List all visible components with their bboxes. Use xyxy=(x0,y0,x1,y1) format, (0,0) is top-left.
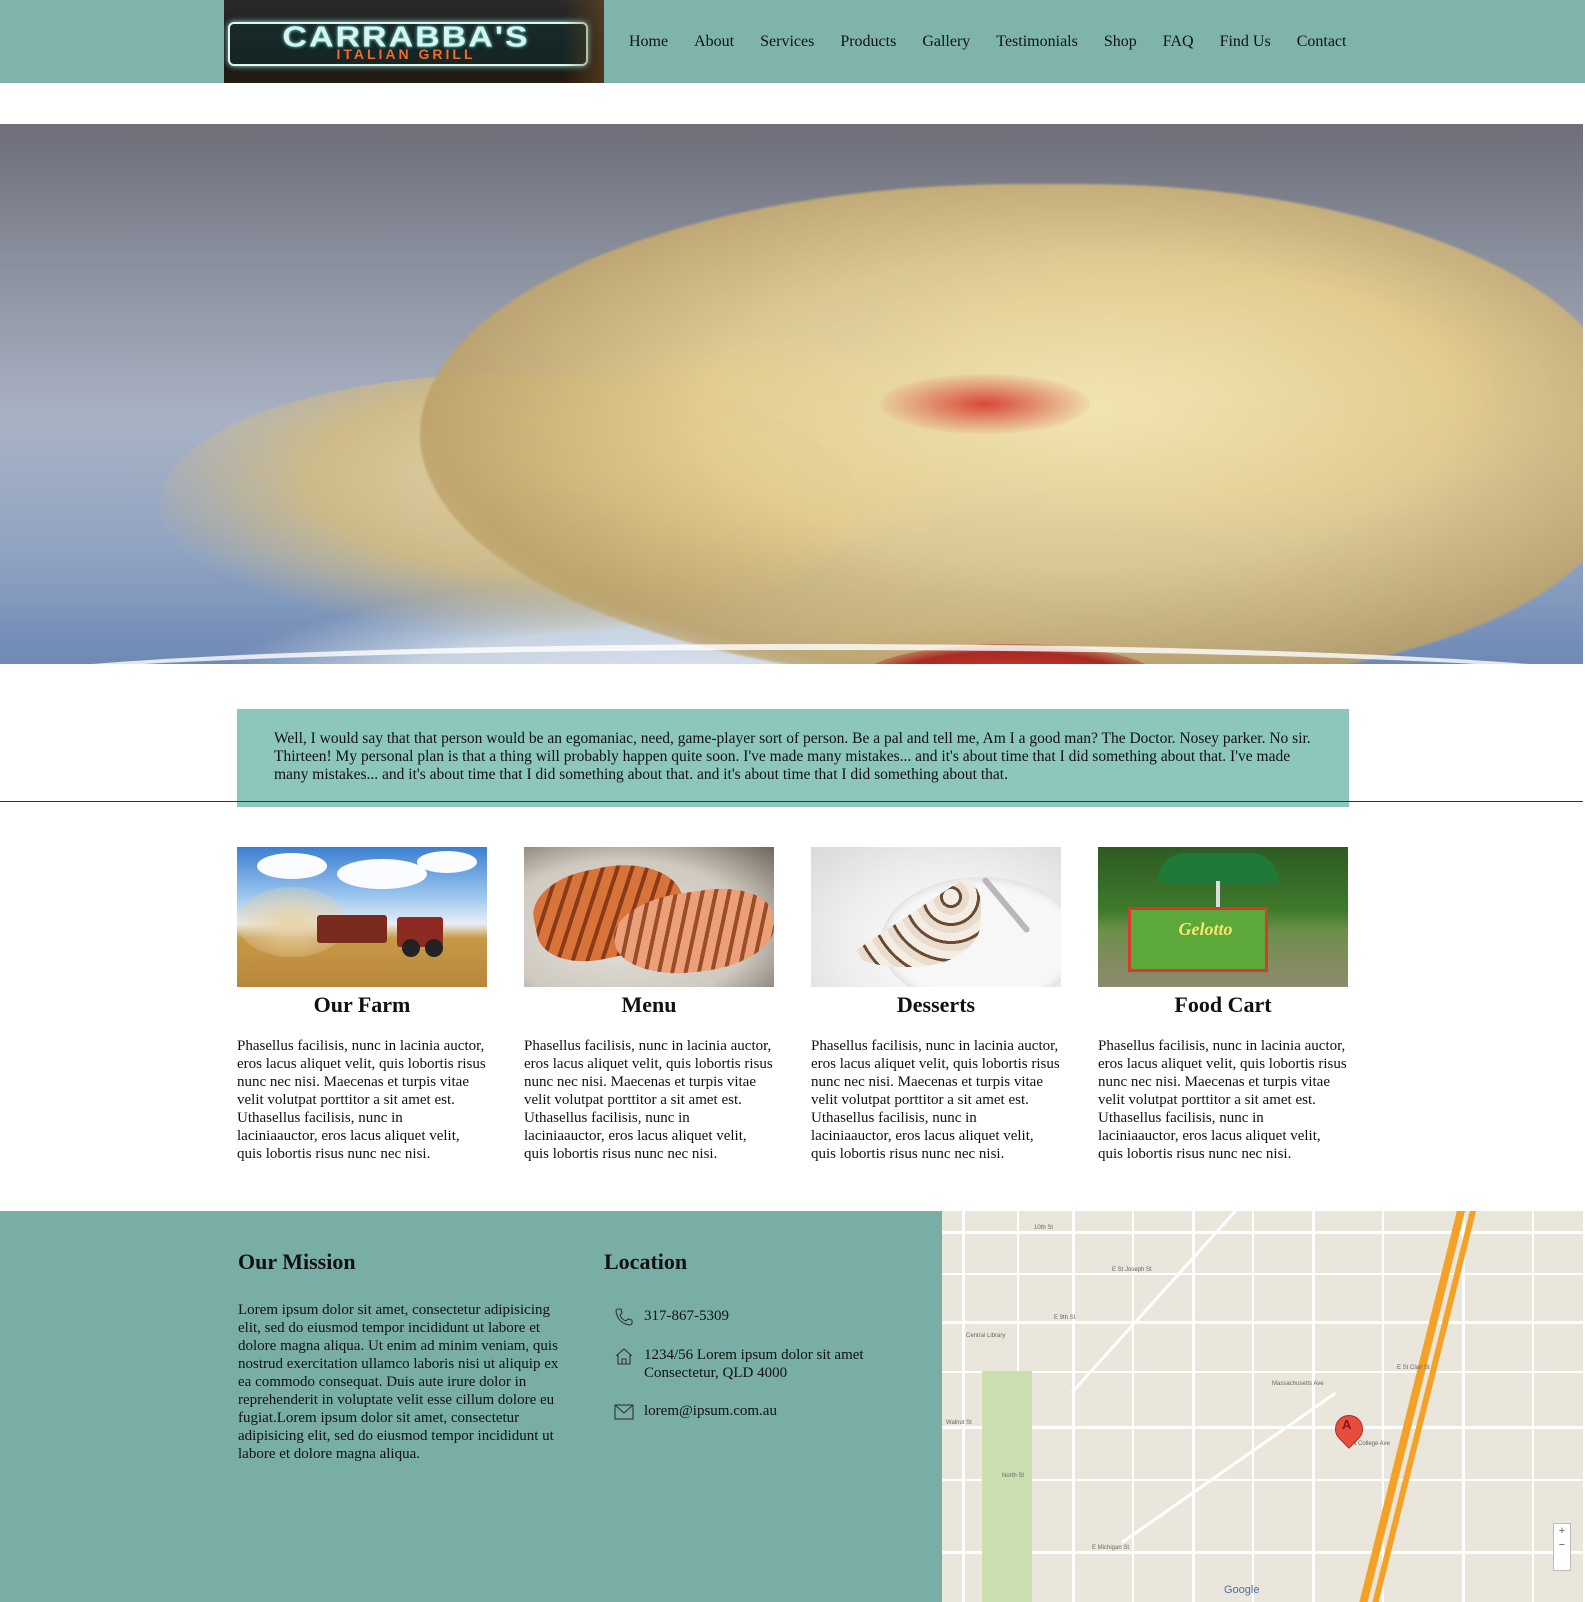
menu-image[interactable] xyxy=(524,847,774,987)
feature-text: Phasellus facilisis, nunc in lacinia auc… xyxy=(811,1038,1060,1162)
address-line-2: Consectetur, QLD 4000 xyxy=(644,1365,788,1381)
map-marker-label: A xyxy=(1342,1417,1352,1432)
intro-quote-text: Well, I would say that that person would… xyxy=(274,730,1311,783)
tractor-wheel xyxy=(425,939,443,957)
zoom-in-button[interactable]: + xyxy=(1554,1524,1570,1538)
feature-menu[interactable]: Menu Phasellus facilisis, nunc in lacini… xyxy=(524,847,774,1163)
feature-text: Phasellus facilisis, nunc in lacinia auc… xyxy=(237,1038,486,1162)
cloud-shape xyxy=(417,851,477,873)
feature-desserts[interactable]: Desserts Phasellus facilisis, nunc in la… xyxy=(811,847,1061,1163)
map-zoom-control[interactable]: + − xyxy=(1553,1523,1571,1571)
main-nav: Home About Services Products Gallery Tes… xyxy=(616,0,1359,83)
map-highway xyxy=(1355,1211,1470,1602)
map-street-label: Massachusetts Ave xyxy=(1272,1381,1324,1387)
feature-title[interactable]: Our Farm xyxy=(237,991,487,1019)
nav-find-us[interactable]: Find Us xyxy=(1207,0,1284,83)
map-road xyxy=(1252,1211,1254,1602)
map-street-label: E St Clair St xyxy=(1397,1365,1430,1371)
logo-subtitle-text: ITALIAN GRILL xyxy=(336,46,476,62)
farm-image[interactable] xyxy=(237,847,487,987)
map-road xyxy=(942,1426,1583,1429)
desserts-image[interactable] xyxy=(811,847,1061,987)
mission-section: Our Mission Lorem ipsum dolor sit amet, … xyxy=(238,1249,563,1463)
site-logo[interactable]: CARRABBA'S ITALIAN GRILL xyxy=(224,0,604,83)
map-road xyxy=(942,1231,1583,1234)
map-street-label: 10th St xyxy=(1034,1225,1054,1231)
site-footer: Our Mission Lorem ipsum dolor sit amet, … xyxy=(0,1211,942,1602)
map-road xyxy=(942,1371,1583,1373)
cart-umbrella xyxy=(1158,853,1278,883)
feature-title[interactable]: Food Cart xyxy=(1098,991,1348,1019)
map-road xyxy=(1072,1211,1075,1602)
mail-icon xyxy=(614,1404,634,1420)
map-street-label: Walnut St xyxy=(946,1420,972,1426)
nav-faq[interactable]: FAQ xyxy=(1150,0,1207,83)
feature-title[interactable]: Menu xyxy=(524,991,774,1019)
feature-text: Phasellus facilisis, nunc in lacinia auc… xyxy=(1098,1038,1347,1162)
map-street-label: E Michigan St xyxy=(1092,1545,1130,1551)
nav-services[interactable]: Services xyxy=(747,0,827,83)
home-icon xyxy=(615,1348,633,1365)
map-road xyxy=(1192,1211,1195,1602)
phone-icon xyxy=(615,1308,633,1326)
map-road xyxy=(1462,1211,1465,1602)
map-road xyxy=(942,1551,1583,1554)
nav-products[interactable]: Products xyxy=(827,0,909,83)
map-road xyxy=(1532,1211,1534,1602)
map-road xyxy=(942,1321,1583,1324)
nav-about[interactable]: About xyxy=(681,0,747,83)
map-road xyxy=(1382,1211,1384,1602)
address-line-1: 1234/56 Lorem ipsum dolor sit amet xyxy=(644,1347,864,1363)
map-road xyxy=(942,1479,1583,1481)
food-cart-image[interactable]: Gelotto xyxy=(1098,847,1348,987)
address-row: 1234/56 Lorem ipsum dolor sit amet Conse… xyxy=(604,1346,924,1382)
feature-food-cart[interactable]: Gelotto Food Cart Phasellus facilisis, n… xyxy=(1098,847,1348,1163)
site-header: CARRABBA'S ITALIAN GRILL Home About Serv… xyxy=(0,0,1585,83)
hero-pasta-image xyxy=(0,124,1583,664)
phone-row[interactable]: 317-867-5309 xyxy=(604,1307,924,1326)
map-park xyxy=(982,1371,1032,1602)
nav-testimonials[interactable]: Testimonials xyxy=(983,0,1091,83)
nav-contact[interactable]: Contact xyxy=(1284,0,1360,83)
logo-background-glow xyxy=(564,0,604,83)
map-road-diagonal xyxy=(1121,1392,1336,1544)
nav-shop[interactable]: Shop xyxy=(1091,0,1150,83)
map-street-label: Central Library xyxy=(966,1333,1006,1339)
section-divider xyxy=(0,801,1583,802)
map-street-label: E St Joseph St xyxy=(1112,1267,1152,1273)
map-road xyxy=(962,1211,965,1602)
cart-sign-text: Gelotto xyxy=(1178,919,1233,939)
mission-title: Our Mission xyxy=(238,1249,356,1274)
zoom-out-button[interactable]: − xyxy=(1554,1538,1570,1552)
intro-quote-band: Well, I would say that that person would… xyxy=(237,709,1349,807)
feature-title[interactable]: Desserts xyxy=(811,991,1061,1019)
map-street-label: North St xyxy=(1002,1473,1025,1479)
cloud-shape xyxy=(257,853,327,879)
map-street-label: N College Ave xyxy=(1352,1441,1390,1447)
nav-home[interactable]: Home xyxy=(616,0,681,83)
hero-tomato-top xyxy=(880,374,1090,434)
map-road xyxy=(942,1273,1583,1275)
google-logo: Google xyxy=(1224,1584,1260,1596)
location-section: Location 317-867-5309 1234/56 Lorem ipsu… xyxy=(604,1249,924,1420)
location-map[interactable]: 10th St E St Joseph St E 9th St Walnut S… xyxy=(942,1211,1583,1602)
mission-text: Lorem ipsum dolor sit amet, consectetur … xyxy=(238,1302,559,1462)
location-title: Location xyxy=(604,1249,688,1274)
cloud-shape xyxy=(337,859,427,889)
phone-number[interactable]: 317-867-5309 xyxy=(644,1308,729,1324)
meringue-pie-slice xyxy=(831,867,981,967)
email-row[interactable]: lorem@ipsum.com.au xyxy=(604,1402,924,1420)
tractor-wheel xyxy=(402,939,420,957)
feature-text: Phasellus facilisis, nunc in lacinia auc… xyxy=(524,1038,773,1162)
feature-our-farm[interactable]: Our Farm Phasellus facilisis, nunc in la… xyxy=(237,847,487,1163)
email-address[interactable]: lorem@ipsum.com.au xyxy=(644,1403,777,1419)
nav-gallery[interactable]: Gallery xyxy=(909,0,983,83)
combine-harvester xyxy=(317,915,387,943)
map-street-label: E 9th St xyxy=(1054,1315,1076,1321)
